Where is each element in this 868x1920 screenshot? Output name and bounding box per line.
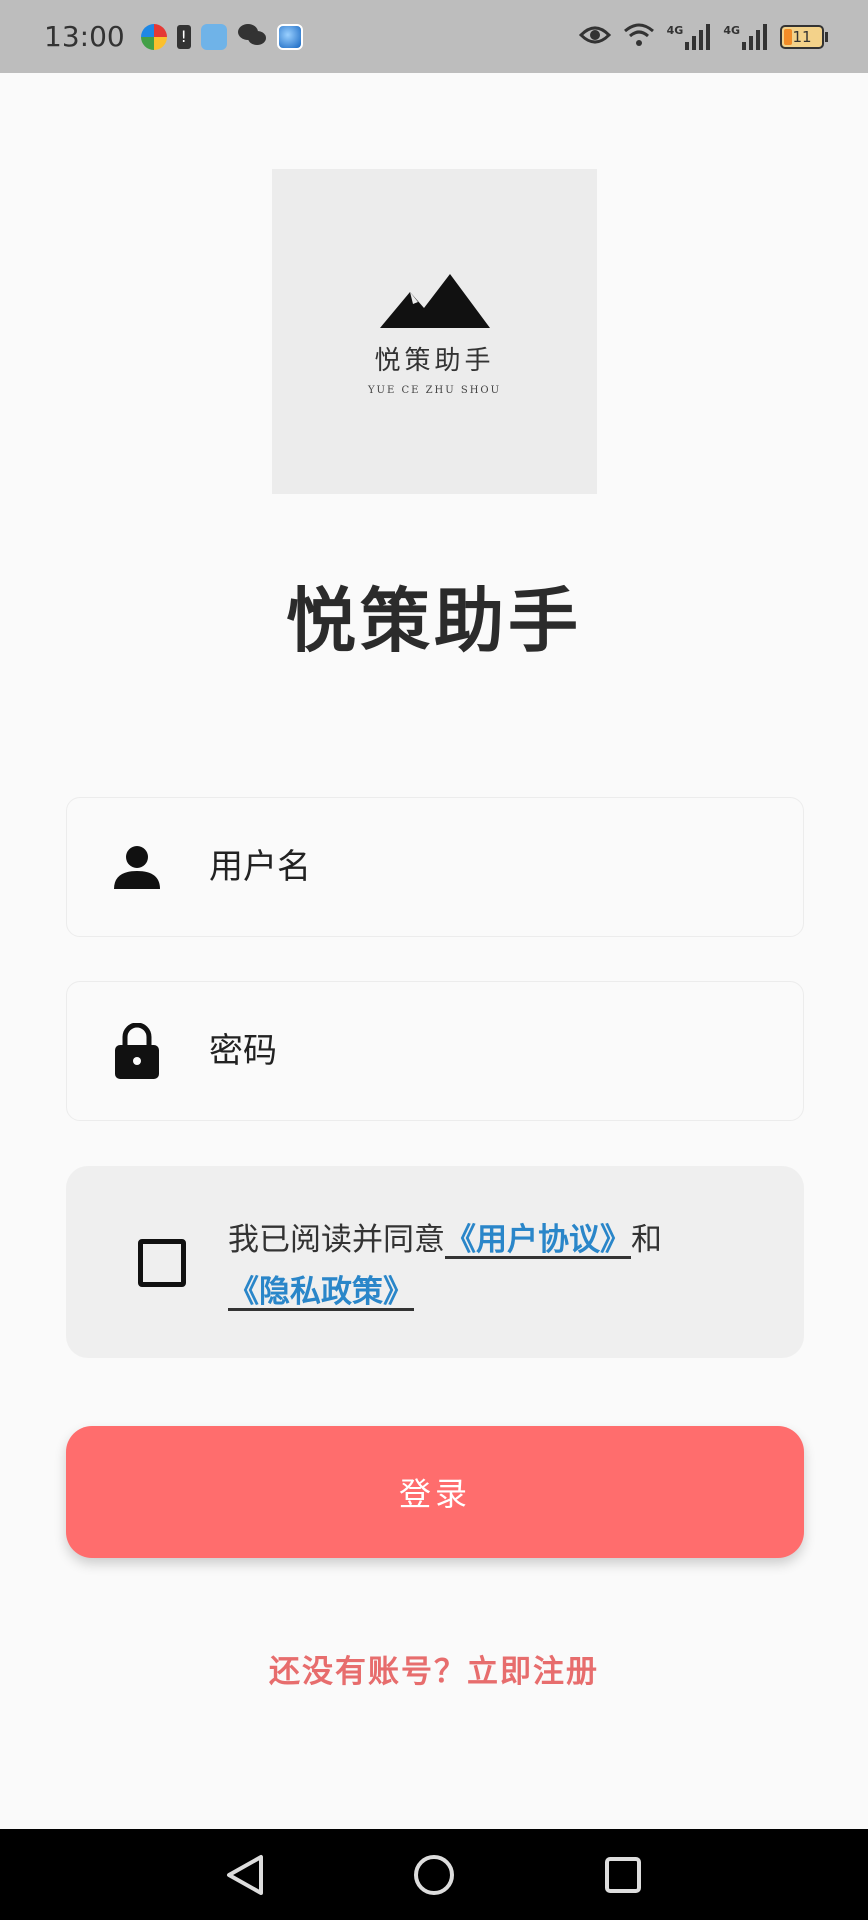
eye-icon [578,24,611,50]
user-icon [107,837,167,897]
network-label-2: 4G [723,23,740,37]
status-right: 4G 4G 11 [578,22,828,52]
browser-icon [276,23,303,50]
status-bar: 13:00 ! 4G 4G 11 [0,0,868,73]
back-icon[interactable] [215,1845,275,1905]
network-label-1: 4G [666,23,684,37]
agreement-box: 我已阅读并同意《用户协议》和《隐私政策》 [66,1166,804,1358]
agreement-conjunction: 和 [631,1222,662,1258]
weather-icon [200,23,227,50]
username-field[interactable] [66,797,804,937]
alert-icon: ! [176,24,191,49]
password-field[interactable] [66,981,804,1121]
app-logo: 悦策助手 YUE CE ZHU SHOU [272,169,597,494]
battery-icon: 11 [780,24,828,49]
logo-name-en: YUE CE ZHU SHOU [367,384,502,396]
signal-icon-1: 4G [666,23,712,50]
agreement-prefix: 我已阅读并同意 [228,1222,445,1258]
password-input[interactable] [209,1031,769,1071]
recents-icon[interactable] [593,1845,653,1905]
username-input[interactable] [209,847,769,887]
navigation-bar [0,1829,868,1920]
app-title: 悦策助手 [286,580,582,662]
battery-level: 11 [792,27,812,46]
lock-icon [107,1021,167,1081]
agreement-text: 我已阅读并同意《用户协议》和《隐私政策》 [228,1214,748,1318]
login-button[interactable]: 登录 [66,1426,804,1558]
mountain-icon [379,273,490,328]
app-notification-icon [140,23,167,50]
status-left: 13:00 ! [44,20,303,53]
agreement-checkbox[interactable] [138,1239,186,1287]
wechat-icon [237,22,267,52]
home-icon[interactable] [404,1845,464,1905]
logo-name-cn: 悦策助手 [374,345,495,376]
wifi-icon [623,22,655,52]
status-time: 13:00 [44,20,125,53]
register-link[interactable]: 还没有账号？立即注册 [0,1646,868,1691]
privacy-policy-link[interactable]: 《隐私政策》 [228,1274,414,1310]
signal-icon-2: 4G [723,23,768,50]
user-agreement-link[interactable]: 《用户协议》 [445,1222,631,1258]
